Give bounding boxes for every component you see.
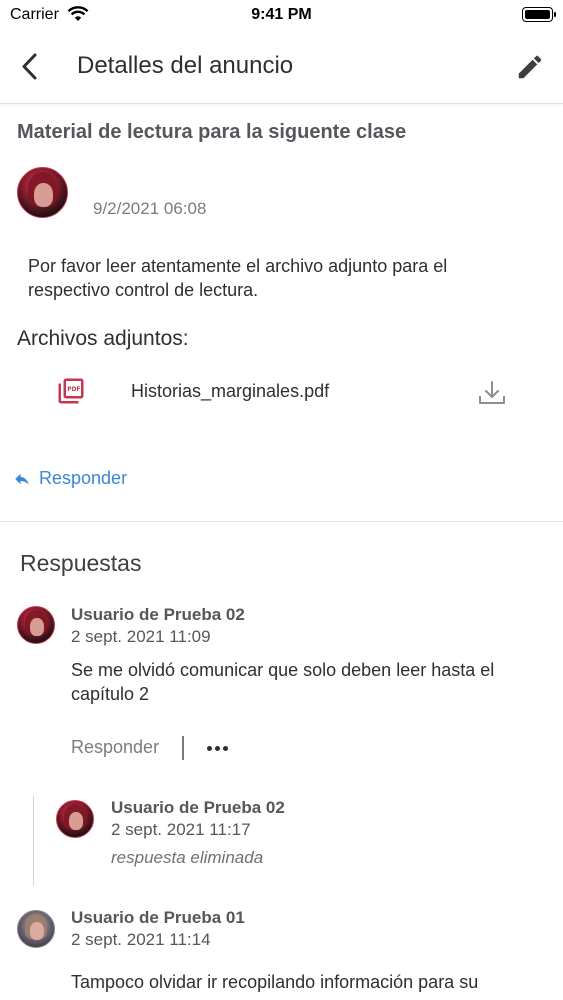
download-button[interactable] (477, 378, 507, 408)
battery-icon (522, 7, 556, 22)
reply-author: Usuario de Prueba 02 (111, 798, 285, 817)
avatar (17, 606, 55, 644)
comment-text: Se me olvidó comunicar que solo deben le… (71, 660, 495, 704)
announcement-date: 9/2/2021 06:08 (93, 199, 207, 218)
attachment-filename: Historias_marginales.pdf (131, 381, 330, 401)
comment-author: Usuario de Prueba 01 (71, 908, 245, 927)
attachment-item[interactable]: PDF Historias_marginales.pdf (0, 370, 563, 414)
pdf-icon: PDF (56, 376, 86, 406)
edit-button[interactable] (515, 52, 545, 82)
separator (182, 736, 184, 760)
avatar (56, 800, 94, 838)
nav-header: Detalles del anuncio (0, 30, 563, 104)
responses-heading: Respuestas (20, 550, 142, 576)
download-icon (479, 381, 505, 404)
page-title: Detalles del anuncio (77, 52, 294, 79)
reply-label: Responder (39, 468, 128, 488)
clock: 9:41 PM (251, 6, 312, 23)
comment-date: 2 sept. 2021 11:09 (71, 627, 211, 646)
reply-deleted-text: respuesta eliminada (111, 848, 264, 867)
attachments-heading: Archivos adjuntos: (17, 327, 189, 350)
svg-text:PDF: PDF (67, 387, 80, 393)
chevron-left-icon (22, 53, 37, 80)
pencil-icon (518, 55, 542, 79)
announcement-title: Material de lectura para la siguente cla… (17, 121, 407, 143)
back-button[interactable] (18, 52, 42, 82)
avatar (17, 910, 55, 948)
reply-icon (12, 470, 32, 488)
status-bar: Carrier 9:41 PM (0, 0, 563, 30)
announcement-body: Por favor leer atentamente el archivo ad… (28, 256, 448, 300)
comment-reply-button[interactable]: Responder (71, 737, 159, 758)
avatar (17, 167, 68, 218)
reply-date: 2 sept. 2021 11:17 (111, 820, 251, 839)
divider (0, 521, 563, 522)
more-options-icon[interactable] (205, 736, 231, 760)
comment-date: 2 sept. 2021 11:14 (71, 930, 211, 949)
comment-author: Usuario de Prueba 02 (71, 605, 245, 624)
comment-text: Tampoco olvidar ir recopilando informaci… (71, 972, 479, 992)
thread-line (33, 796, 34, 886)
